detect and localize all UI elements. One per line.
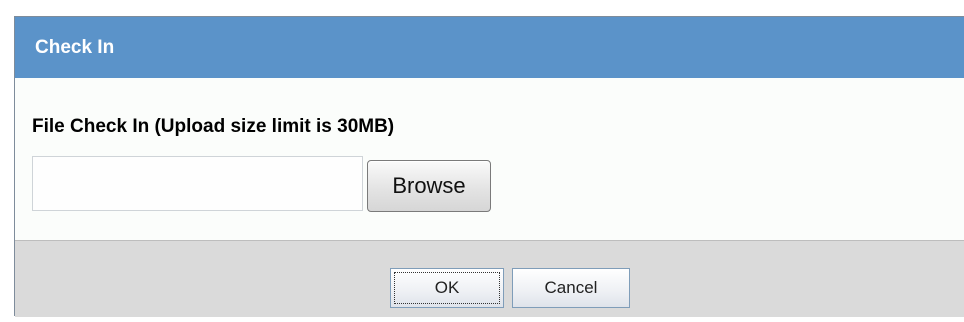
- dialog-title: Check In: [35, 37, 115, 58]
- cancel-button[interactable]: Cancel: [512, 268, 630, 308]
- ok-button[interactable]: OK: [390, 268, 504, 308]
- dialog-footer: OK Cancel: [15, 240, 964, 317]
- check-in-dialog: Check In File Check In (Upload size limi…: [14, 16, 964, 317]
- dialog-body: File Check In (Upload size limit is 30MB…: [15, 78, 964, 240]
- file-path-input[interactable]: [32, 156, 363, 211]
- browse-button[interactable]: Browse: [367, 160, 491, 212]
- file-check-in-label: File Check In (Upload size limit is 30MB…: [32, 116, 395, 137]
- dialog-title-bar: Check In: [15, 17, 964, 78]
